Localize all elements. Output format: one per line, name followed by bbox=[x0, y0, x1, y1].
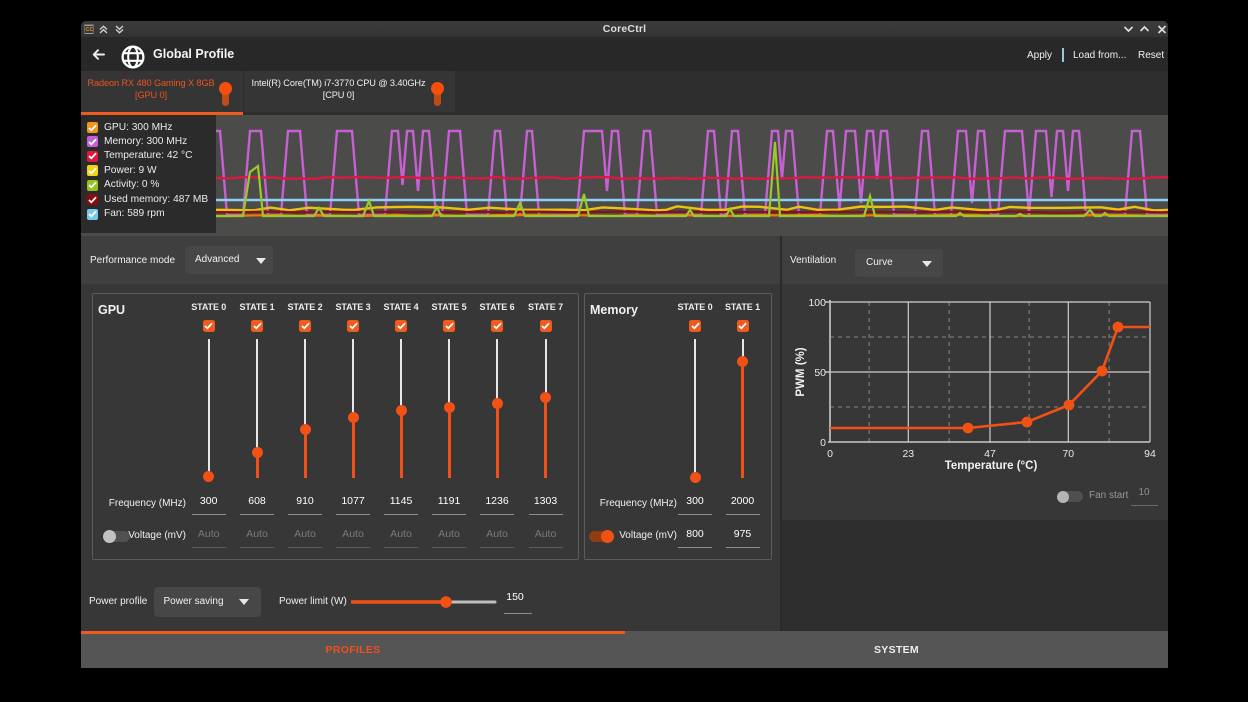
svg-text:0: 0 bbox=[827, 448, 833, 460]
svg-text:0: 0 bbox=[820, 437, 826, 449]
svg-text:PWM (%): PWM (%) bbox=[795, 347, 807, 396]
svg-text:94: 94 bbox=[1144, 448, 1156, 460]
svg-text:50: 50 bbox=[814, 367, 826, 379]
svg-text:23: 23 bbox=[902, 448, 914, 460]
svg-text:Temperature (°C): Temperature (°C) bbox=[945, 460, 1038, 472]
svg-text:100: 100 bbox=[808, 297, 826, 309]
svg-text:47: 47 bbox=[984, 448, 996, 460]
svg-text:70: 70 bbox=[1062, 448, 1074, 460]
